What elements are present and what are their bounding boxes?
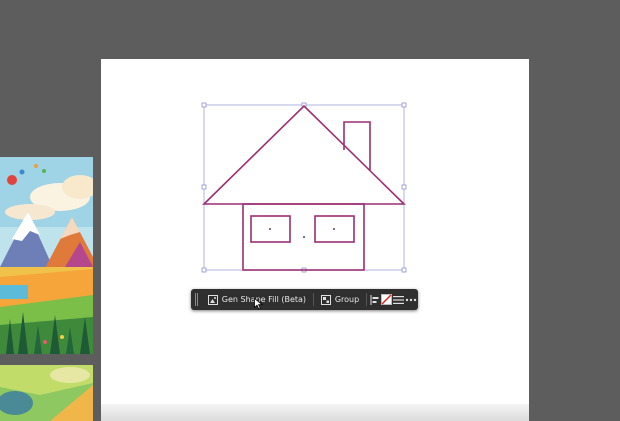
toolbar-divider xyxy=(313,293,314,306)
roof-shape xyxy=(202,104,406,205)
selection-handle-top-left xyxy=(201,102,207,108)
gen-shape-fill-icon xyxy=(207,294,218,305)
chimney-shape xyxy=(343,121,371,170)
align-button[interactable] xyxy=(369,289,381,310)
more-icon xyxy=(405,298,417,301)
more-options-button[interactable] xyxy=(404,289,418,310)
landscape-thumbnail-2[interactable] xyxy=(0,365,93,421)
selection-handle-bottom-right xyxy=(401,267,407,273)
selection-handle-top-right xyxy=(401,102,407,108)
toolbar-divider xyxy=(366,293,367,306)
house-shape-selection[interactable] xyxy=(195,96,410,276)
fill-stroke-button[interactable] xyxy=(380,289,393,310)
lines-icon xyxy=(392,295,404,304)
selection-bounding-box xyxy=(203,104,405,271)
mouse-pointer-icon xyxy=(254,298,263,310)
toolbar-grip-handle[interactable] xyxy=(195,293,198,306)
contextual-task-bar: Gen Shape Fill (Beta) Group xyxy=(191,289,418,310)
selection-handle-left xyxy=(201,184,207,190)
fill-stroke-icon xyxy=(380,294,392,305)
align-icon xyxy=(370,294,379,305)
gen-shape-fill-label: Gen Shape Fill (Beta) xyxy=(221,295,307,304)
group-button[interactable]: Group xyxy=(316,289,364,310)
selection-handle-bottom-left xyxy=(201,267,207,273)
mountain-landscape-thumbnail[interactable] xyxy=(0,157,93,354)
selection-handle-right xyxy=(401,184,407,190)
group-label: Group xyxy=(334,295,360,304)
group-icon xyxy=(320,294,331,305)
stroke-weight-button[interactable] xyxy=(392,289,404,310)
artboard-scroll-edge xyxy=(101,404,529,421)
